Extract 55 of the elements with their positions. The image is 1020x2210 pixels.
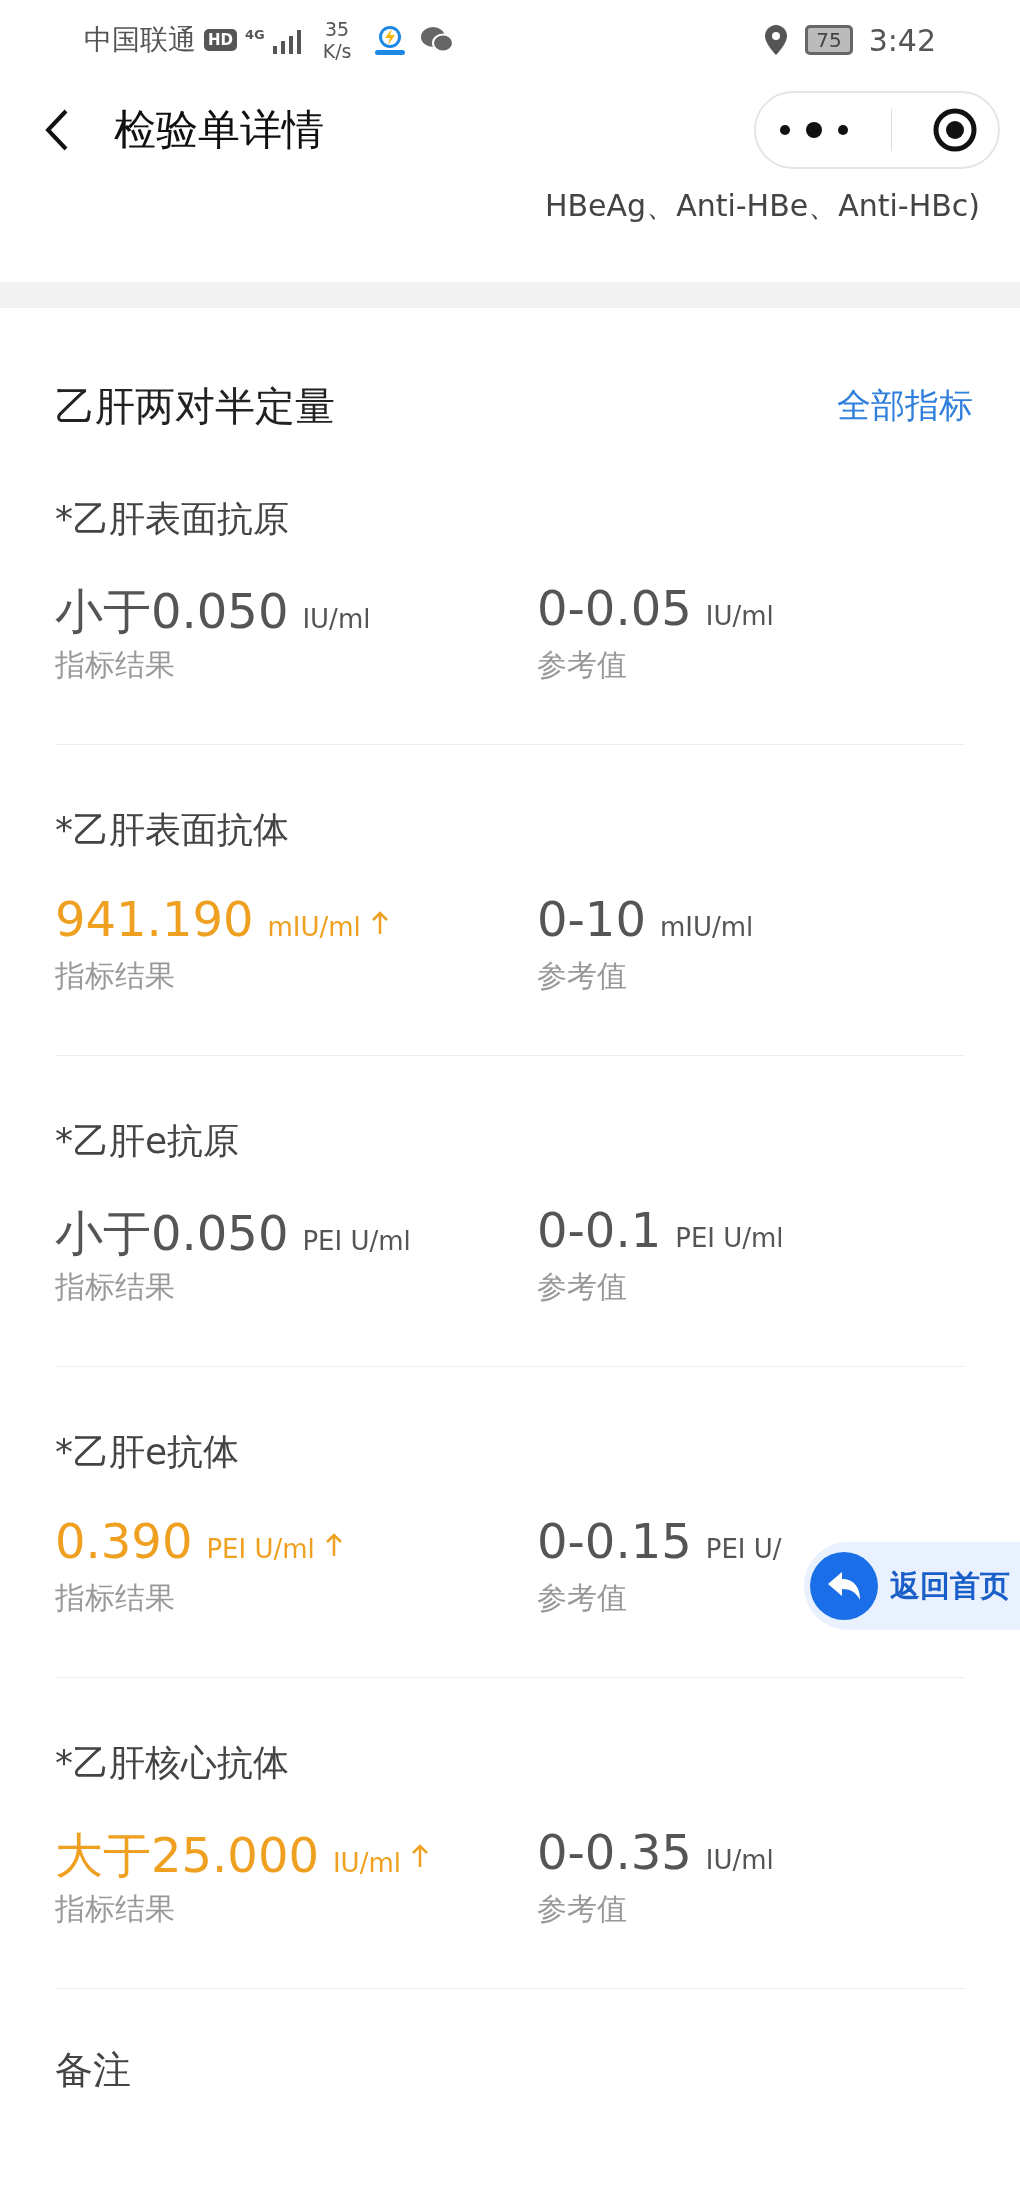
location-icon	[765, 25, 788, 55]
speed-value: 35	[325, 18, 350, 40]
result-value: 941.190	[55, 891, 254, 947]
back-home-button[interactable]: 返回首页	[804, 1542, 1020, 1630]
notes-title: 备注	[55, 2048, 131, 2092]
test-items-text: HBeAg、Anti-HBe、Anti-HBc)	[545, 187, 980, 225]
arrow-up-icon	[370, 911, 389, 935]
network-type: 4G	[245, 26, 265, 42]
reference-unit: mIU/ml	[659, 912, 754, 942]
reference-label: 参考值	[537, 1579, 627, 1617]
reference-unit: PEI U/ml	[675, 1223, 784, 1253]
chat-icon	[419, 26, 454, 54]
back-icon[interactable]	[44, 108, 70, 152]
clock-time: 3:42	[868, 22, 936, 58]
indicator-name: *乙肝e抗体	[55, 1430, 241, 1474]
result-label: 指标结果	[55, 1579, 175, 1617]
result-label: 指标结果	[55, 957, 175, 995]
result-value: 大于25.000	[55, 1826, 319, 1885]
result-value: 小于0.050	[55, 582, 289, 641]
page-title: 检验单详情	[114, 104, 324, 156]
result-label: 指标结果	[55, 646, 175, 684]
reference-label: 参考值	[537, 957, 627, 995]
result-label: 指标结果	[55, 1890, 175, 1928]
indicator-name: *乙肝表面抗原	[55, 497, 290, 541]
result-value: 小于0.050	[55, 1204, 289, 1263]
close-icon[interactable]	[932, 107, 979, 153]
reference-label: 参考值	[537, 1268, 627, 1306]
reference-value: 0-0.15	[537, 1513, 692, 1569]
carrier-name: 中国联通	[84, 22, 196, 58]
reference-value: 0-0.1	[537, 1202, 662, 1258]
battery-indicator: 75	[805, 25, 853, 55]
reference-label: 参考值	[537, 646, 627, 684]
reference-value: 0-10	[537, 891, 646, 947]
result-label: 指标结果	[55, 1268, 175, 1306]
arrow-up-icon	[324, 1533, 343, 1557]
result-unit: IU/ml	[302, 604, 371, 634]
reference-unit: IU/ml	[705, 1845, 774, 1875]
reference-value: 0-0.05	[537, 580, 692, 636]
reference-value: 0-0.35	[537, 1824, 692, 1880]
arrow-up-icon	[410, 1844, 429, 1868]
all-indicators-link[interactable]: 全部指标	[837, 383, 973, 429]
speed-unit: K/s	[322, 40, 352, 62]
result-unit: IU/ml	[332, 1848, 401, 1878]
section-title: 乙肝两对半定量	[55, 381, 335, 431]
reference-label: 参考值	[537, 1890, 627, 1928]
hd-badge: HD	[204, 29, 237, 51]
reference-unit: PEI U/	[705, 1534, 782, 1564]
indicator-name: *乙肝e抗原	[55, 1119, 241, 1163]
indicator-name: *乙肝核心抗体	[55, 1741, 290, 1785]
reference-unit: IU/ml	[705, 601, 774, 631]
result-value: 0.390	[55, 1513, 193, 1569]
indicator-name: *乙肝表面抗体	[55, 808, 290, 852]
result-unit: PEI U/ml	[206, 1534, 315, 1564]
result-unit: PEI U/ml	[302, 1226, 411, 1256]
result-unit: mIU/ml	[267, 912, 361, 942]
